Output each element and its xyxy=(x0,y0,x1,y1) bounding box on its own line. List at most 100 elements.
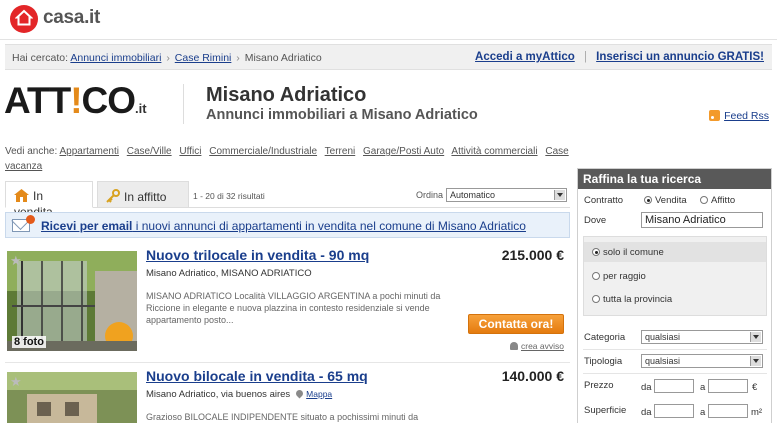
ordina-value: Automatico xyxy=(450,190,496,200)
top-brand-bar: casa.it xyxy=(0,0,777,40)
casa-it-house-icon[interactable] xyxy=(10,5,38,33)
key-icon xyxy=(106,189,120,206)
listing-price: 140.000 € xyxy=(501,368,564,384)
listing-title-link[interactable]: Nuovo bilocale in vendita - 65 mq xyxy=(146,368,368,384)
listing-location: Misano Adriatico, MISANO ADRIATICO xyxy=(146,268,312,279)
vedi-garage[interactable]: Garage/Posti Auto xyxy=(363,146,444,157)
divider xyxy=(583,349,767,350)
favorite-star-icon[interactable]: ★ xyxy=(10,374,22,390)
contratto-label: Contratto xyxy=(584,195,624,206)
tipologia-value: qualsiasi xyxy=(645,356,681,366)
radio-selected-icon xyxy=(592,248,600,256)
categoria-select[interactable]: qualsiasi xyxy=(641,330,763,344)
attico-logo-suffix: .it xyxy=(135,101,147,116)
prezzo-unit: € xyxy=(752,382,758,393)
breadcrumb-separator: › xyxy=(236,52,240,64)
prezzo-da-label: da xyxy=(641,382,652,393)
rss-icon xyxy=(709,110,721,121)
crea-avviso-label: crea avviso xyxy=(521,341,564,351)
radio-vendita[interactable]: Vendita xyxy=(644,195,687,206)
feed-rss[interactable]: Feed Rss xyxy=(709,110,769,122)
brand-name[interactable]: casa.it xyxy=(43,7,100,29)
tab-in-vendita[interactable]: In vendita xyxy=(5,181,93,219)
house-icon xyxy=(14,189,29,205)
email-alert-bold: Ricevi per email xyxy=(41,219,133,233)
dove-input[interactable]: Misano Adriatico xyxy=(641,212,763,228)
breadcrumb: Hai cercato: Annunci immobiliari › Case … xyxy=(12,52,322,64)
crea-avviso-link[interactable]: crea avviso xyxy=(510,341,564,351)
vedi-commerciale[interactable]: Commerciale/Industriale xyxy=(209,146,317,157)
radio-solo-comune[interactable]: solo il comune xyxy=(592,247,664,258)
photo-count: 8 foto xyxy=(12,336,46,348)
attico-logo[interactable]: ATT!CO.it xyxy=(4,82,147,119)
accedi-myattico-link[interactable]: Accedi a myAttico xyxy=(475,51,575,63)
listing-price: 215.000 € xyxy=(501,247,564,263)
radio-icon xyxy=(592,272,600,280)
ordina-label: Ordina xyxy=(416,190,444,200)
listing-item: ★ 8 foto Nuovo trilocale in vendita - 90… xyxy=(5,243,570,363)
dove-label: Dove xyxy=(584,215,607,226)
prezzo-a-label: a xyxy=(700,382,706,393)
listing-photo[interactable]: ★ 8 foto xyxy=(7,251,137,351)
envelope-icon xyxy=(12,215,35,232)
radio-per-raggio[interactable]: per raggio xyxy=(592,271,646,282)
breadcrumb-bar: Hai cercato: Annunci immobiliari › Case … xyxy=(5,44,772,70)
email-alert-rest: i nuovi annunci di appartamenti in vendi… xyxy=(132,219,526,233)
vedi-appartamenti[interactable]: Appartamenti xyxy=(60,146,119,157)
listing-location-text: Misano Adriatico, via buenos aires xyxy=(146,389,291,400)
ordina-select[interactable]: Automatico xyxy=(446,188,567,202)
superficie-label: Superficie xyxy=(584,405,627,416)
contatta-ora-button[interactable]: Contatta ora! xyxy=(468,314,564,334)
radio-affitto[interactable]: Affitto xyxy=(700,195,735,206)
radio-tutta-provincia-label: tutta la provincia xyxy=(603,294,673,305)
radio-tutta-provincia[interactable]: tutta la provincia xyxy=(592,294,672,305)
mappa-link[interactable]: Mappa xyxy=(306,389,332,399)
superficie-a-label: a xyxy=(700,407,706,418)
feed-rss-link[interactable]: Feed Rss xyxy=(724,110,769,122)
divider xyxy=(583,373,767,374)
notification-badge-icon xyxy=(26,215,35,224)
attico-logo-text: ATT xyxy=(4,80,71,121)
email-alert-link[interactable]: Ricevi per email i nuovi annunci di appa… xyxy=(41,219,526,233)
vedi-anche-label: Vedi anche: xyxy=(5,146,58,157)
radio-icon xyxy=(700,196,708,204)
tab-in-affitto[interactable]: In affitto xyxy=(97,181,189,208)
inserisci-annuncio-link[interactable]: Inserisci un annuncio GRATIS! xyxy=(596,51,764,63)
scope-options: solo il comune per raggio tutta la provi… xyxy=(583,236,767,316)
chevron-down-icon xyxy=(750,332,761,342)
attico-logo-text-end: CO xyxy=(81,80,136,121)
breadcrumb-case-rimini[interactable]: Case Rimini xyxy=(175,52,232,64)
listing-description: Grazioso BILOCALE INDIPENDENTE situato a… xyxy=(146,412,419,422)
breadcrumb-current: Misano Adriatico xyxy=(244,52,322,64)
top-links-separator: | xyxy=(583,51,587,63)
listing-title-link[interactable]: Nuovo trilocale in vendita - 90 mq xyxy=(146,247,369,263)
breadcrumb-annunci[interactable]: Annunci immobiliari xyxy=(70,52,161,64)
breadcrumb-separator: › xyxy=(166,52,170,64)
radio-vendita-label: Vendita xyxy=(655,195,687,206)
superficie-unit: m² xyxy=(751,407,763,418)
superficie-a-input[interactable] xyxy=(708,404,748,418)
radio-selected-icon xyxy=(644,196,652,204)
tipologia-label: Tipologia xyxy=(584,356,623,367)
favorite-star-icon[interactable]: ★ xyxy=(10,253,22,269)
listing-item: ★ Nuovo bilocale in vendita - 65 mq 140.… xyxy=(5,364,570,423)
vedi-terreni[interactable]: Terreni xyxy=(325,146,356,157)
vedi-uffici[interactable]: Uffici xyxy=(179,146,201,157)
email-alert-banner: Ricevi per email i nuovi annunci di appa… xyxy=(5,212,570,238)
prezzo-da-input[interactable] xyxy=(654,379,694,393)
prezzo-label: Prezzo xyxy=(584,380,614,391)
radio-icon xyxy=(592,295,600,303)
superficie-da-label: da xyxy=(641,407,652,418)
attico-logo-mark: ! xyxy=(70,80,82,121)
prezzo-a-input[interactable] xyxy=(708,379,748,393)
refine-search-panel: Raffina la tua ricerca Contratto Vendita… xyxy=(577,168,772,423)
radio-affitto-label: Affitto xyxy=(711,195,736,206)
map-pin-icon xyxy=(294,388,305,399)
radio-per-raggio-label: per raggio xyxy=(603,271,646,282)
listing-photo[interactable]: ★ xyxy=(7,372,137,423)
tipologia-select[interactable]: qualsiasi xyxy=(641,354,763,368)
superficie-da-input[interactable] xyxy=(654,404,694,418)
breadcrumb-prefix: Hai cercato: xyxy=(12,52,69,64)
vedi-case-ville[interactable]: Case/Ville xyxy=(127,146,172,157)
vedi-attivita[interactable]: Attività commerciali xyxy=(451,146,537,157)
